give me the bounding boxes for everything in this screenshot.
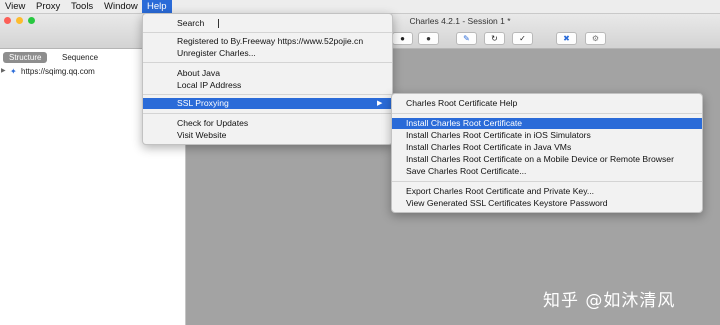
tools-button[interactable]: ✖ — [556, 32, 577, 45]
unregister-item[interactable]: Unregister Charles... — [143, 48, 256, 59]
install-mobile-item[interactable]: Install Charles Root Certificate on a Mo… — [392, 154, 674, 165]
tab-structure[interactable]: Structure — [3, 52, 48, 63]
menu-proxy[interactable]: Proxy — [31, 0, 65, 13]
repeat-button[interactable]: ↻ — [484, 32, 505, 45]
visit-website-item[interactable]: Visit Website — [143, 130, 226, 141]
lightning-icon: ✦ — [10, 67, 17, 76]
help-search-item[interactable]: Search — [143, 18, 219, 29]
menu-window[interactable]: Window — [99, 0, 143, 13]
view-keystore-item[interactable]: View Generated SSL Certificates Keystore… — [392, 198, 608, 209]
menu-help[interactable]: Help — [142, 0, 172, 13]
ssl-proxying-submenu: Charles Root Certificate Help Install Ch… — [391, 93, 703, 213]
help-menu: Search Registered to By.Freeway https://… — [142, 13, 393, 145]
search-label: Search — [177, 18, 205, 28]
record-icon: ● — [426, 34, 431, 43]
menu-separator — [143, 113, 392, 114]
menu-separator — [392, 113, 702, 114]
menu-separator — [392, 181, 702, 182]
menu-view[interactable]: View — [0, 0, 30, 13]
pen-icon: ✎ — [463, 34, 470, 43]
turtle-icon: ● — [400, 34, 405, 43]
registered-item[interactable]: Registered to By.Freeway https://www.52p… — [143, 36, 363, 47]
export-cert-item[interactable]: Export Charles Root Certificate and Priv… — [392, 186, 594, 197]
about-java-item[interactable]: About Java — [143, 68, 220, 79]
wrench-icon: ✖ — [563, 34, 570, 43]
settings-button[interactable]: ⚙ — [585, 32, 606, 45]
record-button[interactable]: ● — [392, 32, 413, 45]
install-root-cert-item[interactable]: Install Charles Root Certificate — [392, 118, 702, 129]
disclosure-triangle-icon[interactable]: ▶ — [1, 66, 6, 77]
checkmark-icon: ✓ — [519, 34, 526, 43]
menu-bar: View Proxy Tools Window Help — [0, 0, 720, 14]
host-label: https://sqimg.qq.com — [21, 67, 95, 76]
refresh-icon: ↻ — [491, 34, 498, 43]
chevron-right-icon: ▶ — [377, 100, 383, 107]
menu-separator — [143, 32, 392, 33]
watermark-text: 知乎 @如沐清风 — [543, 291, 676, 311]
search-input[interactable] — [218, 19, 219, 28]
validate-button[interactable]: ✓ — [512, 32, 533, 45]
install-java-vm-item[interactable]: Install Charles Root Certificate in Java… — [392, 142, 571, 153]
tab-sequence[interactable]: Sequence — [56, 52, 104, 63]
compose-button[interactable]: ✎ — [456, 32, 477, 45]
check-updates-item[interactable]: Check for Updates — [143, 118, 248, 129]
gear-icon: ⚙ — [591, 34, 600, 43]
save-root-cert-item[interactable]: Save Charles Root Certificate... — [392, 166, 526, 177]
ssl-proxying-item[interactable]: SSL Proxying ▶ — [143, 98, 392, 109]
menu-separator — [143, 94, 392, 95]
install-ios-sim-item[interactable]: Install Charles Root Certificate in iOS … — [392, 130, 591, 141]
ssl-proxying-label: SSL Proxying — [177, 98, 229, 108]
root-cert-help-item[interactable]: Charles Root Certificate Help — [392, 98, 517, 109]
menu-tools[interactable]: Tools — [66, 0, 98, 13]
stop-button[interactable]: ● — [418, 32, 439, 45]
local-ip-item[interactable]: Local IP Address — [143, 80, 241, 91]
menu-separator — [143, 62, 392, 63]
